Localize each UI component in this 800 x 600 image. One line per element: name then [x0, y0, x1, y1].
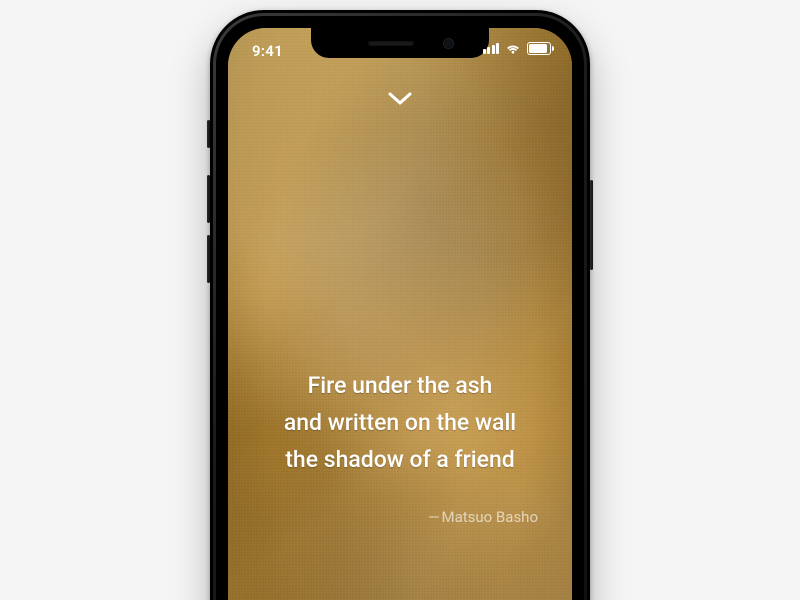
chevron-down-icon: [388, 92, 412, 106]
status-bar: 9:41: [228, 28, 572, 72]
cellular-signal-icon: [483, 43, 500, 54]
battery-full-icon: [527, 42, 554, 55]
dismiss-button[interactable]: [380, 84, 420, 114]
author-name: Matsuo Basho: [441, 508, 538, 526]
quote-author: — Matsuo Basho: [256, 508, 544, 526]
phone-screen: 9:41 Fire under the ash and writte: [228, 28, 572, 600]
volume-up-button: [207, 175, 210, 223]
wifi-icon: [505, 43, 521, 55]
status-right-cluster: [483, 42, 555, 55]
quote-container: Fire under the ash and written on the wa…: [256, 368, 544, 526]
mute-switch: [207, 120, 210, 148]
quote-text: Fire under the ash and written on the wa…: [256, 368, 544, 478]
author-prefix: —: [428, 508, 441, 526]
status-time: 9:41: [252, 42, 283, 60]
volume-down-button: [207, 235, 210, 283]
side-button: [590, 180, 593, 270]
phone-device-frame: 9:41 Fire under the ash and writte: [210, 10, 590, 600]
